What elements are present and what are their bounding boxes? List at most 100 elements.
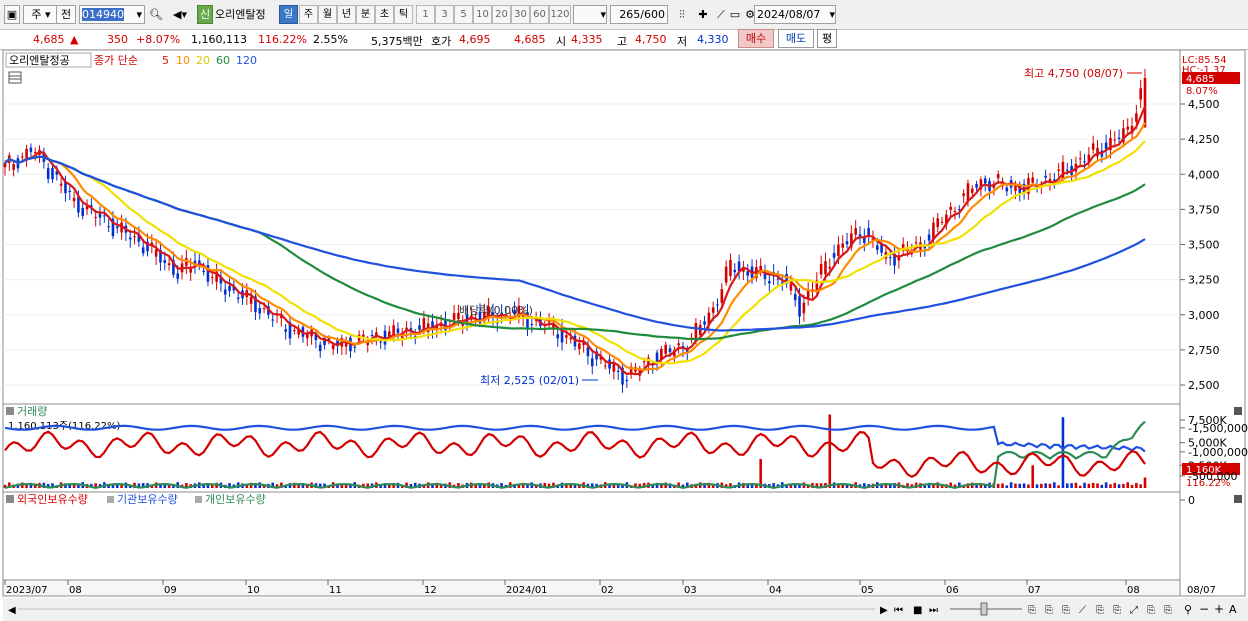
volume-bar bbox=[1022, 483, 1026, 488]
crosshair-icon[interactable]: ✚ bbox=[694, 5, 712, 24]
candle-body bbox=[72, 197, 76, 202]
candle-body bbox=[703, 321, 706, 325]
zoom-fit-icon[interactable]: ⤢ bbox=[1130, 605, 1138, 616]
period-year[interactable]: 년 bbox=[337, 5, 356, 24]
candle-body bbox=[556, 334, 560, 339]
fast-forward-icon[interactable]: ⏭ bbox=[929, 605, 938, 616]
ma5-label: 5 bbox=[162, 54, 169, 67]
price-tick-label: 2,500 bbox=[1188, 379, 1220, 392]
interval-20[interactable]: 20 bbox=[492, 5, 511, 24]
chart-tool-icon-3[interactable]: ⎘ bbox=[1062, 605, 1070, 616]
scroll-right-icon[interactable]: ▶ bbox=[880, 605, 888, 616]
stock-code-input[interactable]: 014940 ▾ bbox=[79, 5, 145, 24]
count-input[interactable]: 265/600 bbox=[610, 5, 668, 24]
code-dropdown-icon[interactable]: ▾ bbox=[136, 6, 144, 23]
period-second[interactable]: 초 bbox=[375, 5, 394, 24]
price-tick-label: 3,250 bbox=[1188, 274, 1220, 287]
interval-60[interactable]: 60 bbox=[530, 5, 549, 24]
volume-bar bbox=[1040, 483, 1043, 488]
candle-body bbox=[81, 207, 85, 216]
font-size-icon[interactable]: A bbox=[1229, 603, 1237, 616]
ask-price: 4,695 bbox=[459, 33, 491, 46]
chart-tool-icon-2[interactable]: ⎘ bbox=[1045, 605, 1053, 616]
x-tick-label: 02 bbox=[601, 585, 614, 596]
candle-body bbox=[33, 151, 37, 153]
chart-tool-icon-8[interactable]: ⎘ bbox=[1164, 605, 1172, 616]
buy-button[interactable]: 매수 bbox=[738, 29, 774, 48]
trade-amount: 5,375백만 bbox=[371, 35, 423, 48]
zoom-slider-handle[interactable] bbox=[980, 602, 988, 616]
interval-dropdown[interactable]: ▾ bbox=[573, 5, 607, 24]
holdings-panel-frame bbox=[2, 491, 1181, 581]
x-tick-label: 10 bbox=[247, 585, 260, 596]
prev-button[interactable]: 전 bbox=[56, 5, 76, 24]
grid-toggle-icon[interactable] bbox=[8, 71, 22, 84]
candle-body bbox=[733, 269, 737, 273]
candle-body bbox=[1014, 185, 1017, 191]
stock-label: 오리엔탈정공 bbox=[9, 54, 70, 67]
holdings-panel-close-icon[interactable] bbox=[1234, 495, 1242, 503]
interval-120[interactable]: 120 bbox=[549, 5, 571, 24]
chart-tool-icon-7[interactable]: ⎘ bbox=[1147, 605, 1155, 616]
interval-30[interactable]: 30 bbox=[511, 5, 530, 24]
candle-body bbox=[1117, 137, 1121, 140]
interval-1[interactable]: 1 bbox=[416, 5, 435, 24]
calendar-dropdown-icon[interactable]: ▾ bbox=[829, 6, 835, 23]
candle-body bbox=[569, 338, 572, 340]
speaker-icon[interactable]: ◀▾ bbox=[167, 5, 193, 24]
candle-body bbox=[362, 334, 365, 337]
avg-button[interactable]: 평 bbox=[817, 29, 837, 48]
zoom-out-icon[interactable]: − bbox=[1199, 602, 1209, 616]
sell-button[interactable]: 매도 bbox=[778, 29, 814, 48]
period-month[interactable]: 월 bbox=[318, 5, 337, 24]
candle-body bbox=[798, 296, 801, 317]
candle-body bbox=[370, 334, 374, 336]
candle-body bbox=[1143, 78, 1147, 128]
candle-body bbox=[789, 283, 793, 291]
candle-body bbox=[1113, 139, 1117, 141]
candle-body bbox=[98, 213, 102, 218]
date-value: 2024/08/07 bbox=[757, 8, 821, 21]
interval-5[interactable]: 5 bbox=[454, 5, 473, 24]
volume-bar bbox=[1130, 484, 1134, 488]
volume-bar bbox=[996, 483, 1000, 488]
layout-icon[interactable]: ▣ bbox=[4, 5, 20, 24]
chart-tool-icon-1[interactable]: ⎘ bbox=[1028, 605, 1036, 616]
volume-bar bbox=[1035, 484, 1039, 488]
period-tick[interactable]: 틱 bbox=[394, 5, 413, 24]
search-icon[interactable]: 🔍︎ bbox=[148, 5, 164, 24]
rewind-icon[interactable]: ⏮ bbox=[894, 605, 903, 616]
chart-tool-icon-4[interactable]: ⟋ bbox=[1079, 605, 1086, 616]
scroll-left-icon[interactable]: ◀ bbox=[8, 605, 16, 616]
candle-type-icon[interactable]: ⫶⫶ bbox=[673, 5, 691, 24]
chart-tool-icon-6[interactable]: ⎘ bbox=[1113, 605, 1121, 616]
line-tool-icon[interactable]: ⟋ bbox=[714, 5, 728, 24]
interval-3[interactable]: 3 bbox=[435, 5, 454, 24]
chart-tool-icon-5[interactable]: ⎘ bbox=[1096, 605, 1104, 616]
volume-bar bbox=[1065, 483, 1069, 488]
volume-bar bbox=[828, 414, 832, 488]
candle-body bbox=[1091, 143, 1095, 150]
period-week[interactable]: 주 bbox=[299, 5, 318, 24]
interval-10[interactable]: 10 bbox=[473, 5, 492, 24]
volume-bar bbox=[759, 458, 762, 488]
search-chart-icon[interactable]: ⚲ bbox=[1184, 603, 1192, 616]
candle-body bbox=[249, 296, 253, 304]
zoom-in-icon[interactable]: + bbox=[1214, 602, 1224, 616]
stop-icon[interactable]: ■ bbox=[913, 605, 922, 616]
period-minute[interactable]: 분 bbox=[356, 5, 375, 24]
high-price: 4,750 bbox=[635, 33, 667, 46]
volume-bar bbox=[1100, 484, 1104, 488]
candle-body bbox=[236, 297, 240, 299]
save-icon[interactable]: ▭ bbox=[728, 5, 742, 24]
period-day[interactable]: 일 bbox=[279, 5, 298, 24]
stock-chart[interactable]: 오리엔탈정공 종가 단순 5 10 20 60 120 최고 4,750 (08… bbox=[0, 50, 1248, 621]
volume-panel-close-icon[interactable] bbox=[1234, 407, 1242, 415]
market-select[interactable]: 주 ▾ bbox=[23, 5, 59, 24]
candle-body bbox=[940, 221, 944, 223]
stock-name[interactable]: 오리엔탈정 bbox=[215, 5, 277, 24]
low-price: 4,330 bbox=[697, 33, 729, 46]
up-arrow-icon: ▲ bbox=[70, 33, 79, 46]
x-tick-label: 09 bbox=[164, 585, 177, 596]
date-input[interactable]: 2024/08/07 ▾ bbox=[754, 5, 836, 24]
